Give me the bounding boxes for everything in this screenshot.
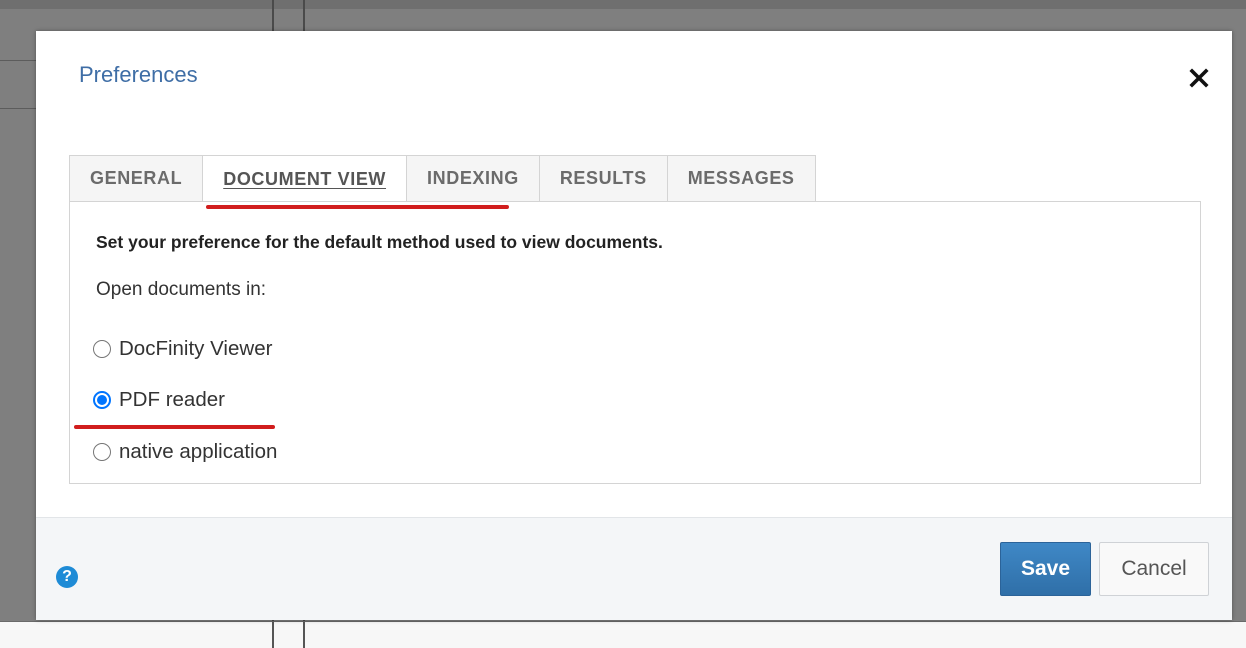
dialog-title: Preferences	[79, 62, 198, 87]
annotation-underline	[74, 425, 275, 429]
background-divider	[0, 60, 36, 61]
close-icon	[1189, 68, 1209, 88]
tab-label: GENERAL	[90, 168, 183, 188]
radio-button[interactable]	[93, 443, 111, 461]
background-divider	[303, 622, 305, 648]
save-button[interactable]: Save	[1000, 542, 1091, 596]
tab-general[interactable]: GENERAL	[69, 155, 204, 201]
preferences-dialog: Preferences GENERAL DOCUMENT VIEW INDEXI…	[36, 31, 1232, 620]
tab-results[interactable]: RESULTS	[538, 155, 668, 201]
cancel-button[interactable]: Cancel	[1099, 542, 1209, 596]
option-native-application[interactable]: native application	[93, 440, 277, 464]
tab-label: DOCUMENT VIEW	[223, 168, 387, 189]
annotation-underline	[206, 205, 509, 209]
close-button[interactable]	[1184, 63, 1214, 93]
dialog-footer: ? Save Cancel	[36, 517, 1232, 620]
help-icon[interactable]: ?	[56, 566, 78, 588]
radio-button[interactable]	[93, 340, 111, 358]
background-toolbar	[0, 0, 1246, 9]
tab-bar: GENERAL DOCUMENT VIEW INDEXING RESULTS M…	[69, 155, 816, 202]
tab-label: RESULTS	[559, 168, 647, 188]
background-divider	[272, 622, 274, 648]
option-pdf-reader[interactable]: PDF reader	[93, 388, 225, 412]
background-divider	[0, 108, 36, 109]
tab-messages[interactable]: MESSAGES	[666, 155, 816, 201]
background-footer	[0, 622, 1246, 648]
open-documents-label: Open documents in:	[96, 279, 267, 300]
tab-document-view[interactable]: DOCUMENT VIEW	[202, 155, 408, 202]
tab-label: MESSAGES	[687, 168, 795, 188]
option-docfinity-viewer[interactable]: DocFinity Viewer	[93, 337, 272, 361]
option-label: PDF reader	[119, 388, 225, 411]
option-label: native application	[119, 440, 278, 463]
radio-button-selected[interactable]	[93, 391, 111, 409]
tab-indexing[interactable]: INDEXING	[406, 155, 540, 201]
option-label: DocFinity Viewer	[119, 337, 273, 360]
preference-description: Set your preference for the default meth…	[96, 232, 663, 252]
tab-label: INDEXING	[427, 168, 519, 188]
